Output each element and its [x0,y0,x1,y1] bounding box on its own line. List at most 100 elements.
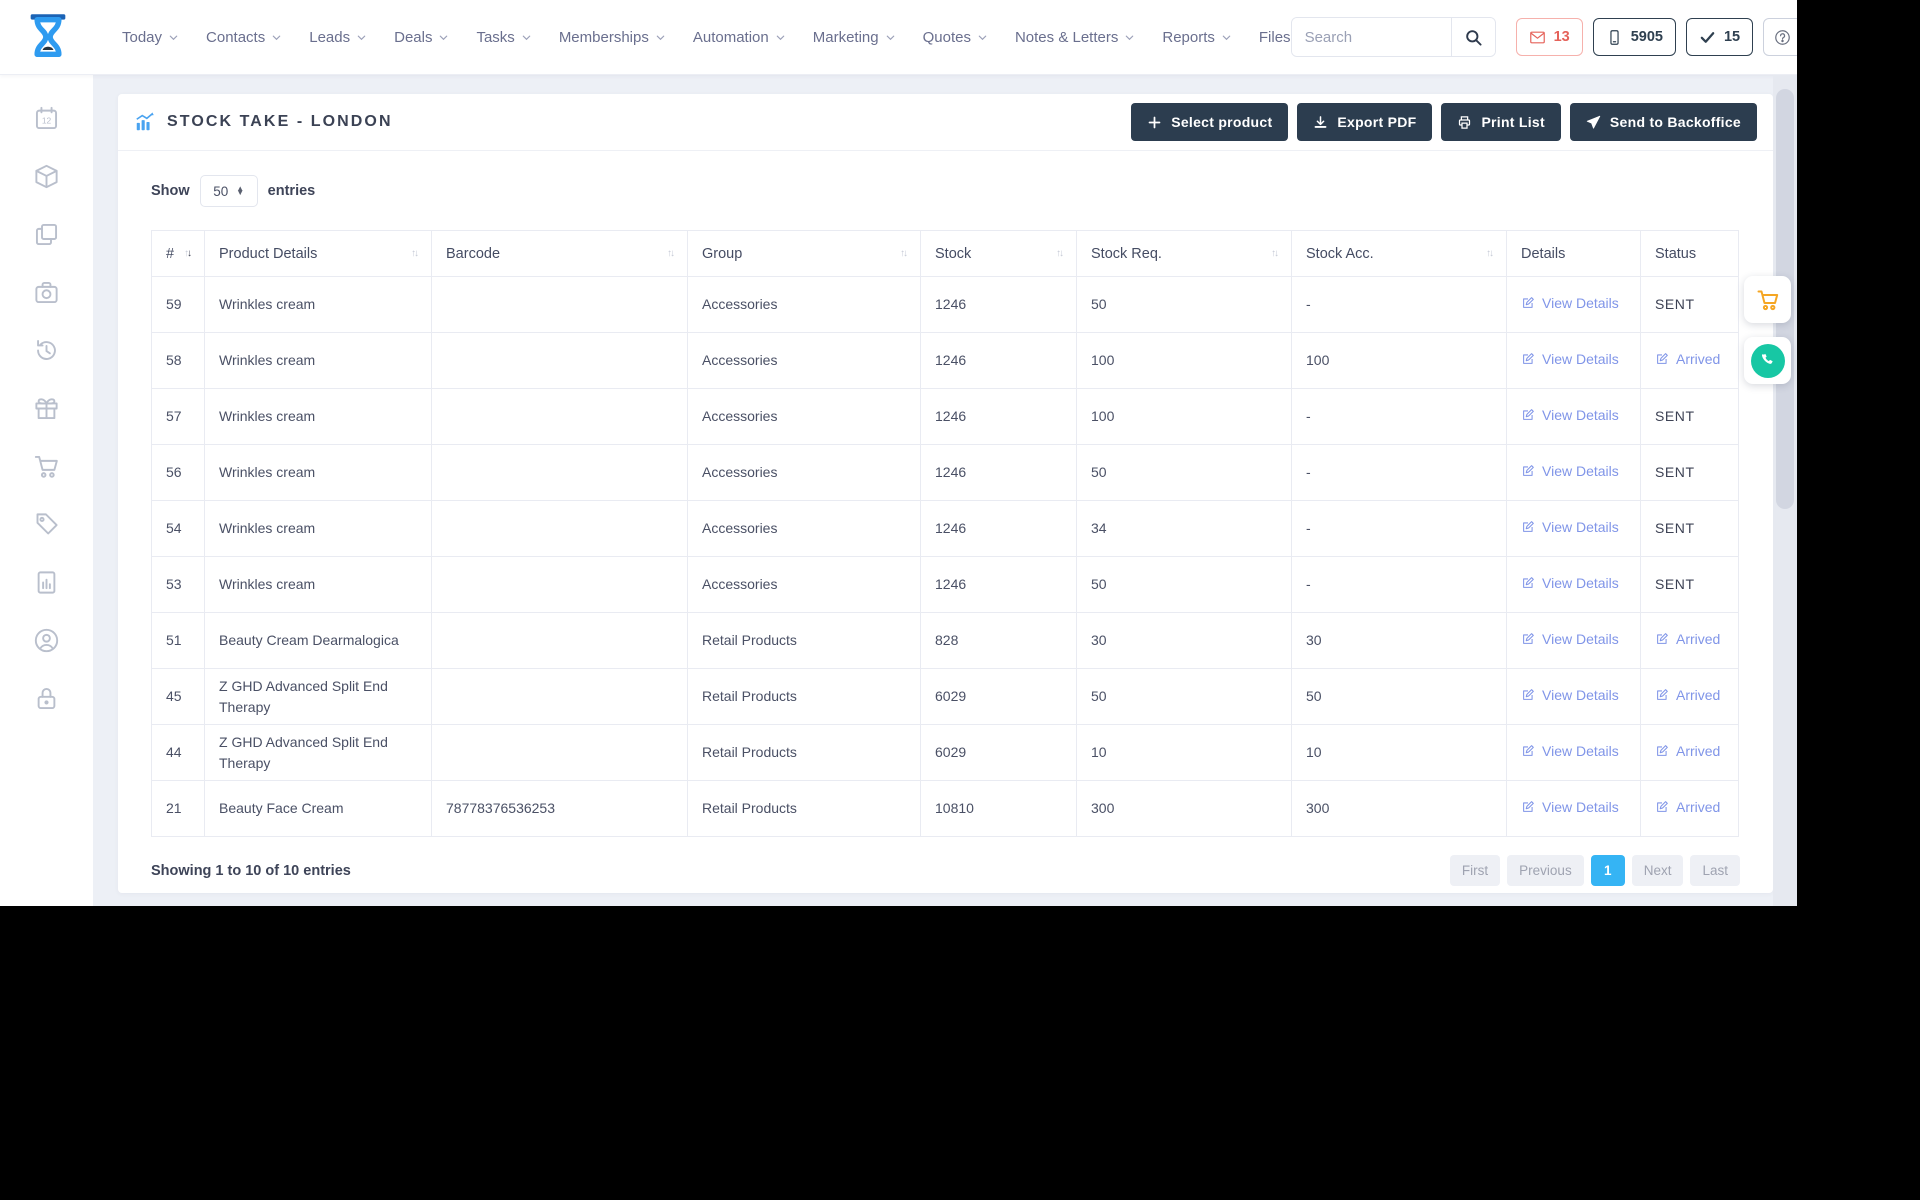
status-arrived-link[interactable]: Arrived [1655,741,1720,761]
floating-whatsapp-button[interactable] [1744,337,1791,384]
status-arrived-link[interactable]: Arrived [1655,797,1720,817]
cell-barcode [431,612,688,669]
search-icon[interactable] [1450,18,1495,56]
app-logo-icon[interactable] [22,11,74,63]
badge-question[interactable] [1763,18,1797,56]
cell-status: Arrived [1640,780,1739,837]
sidebar-item-copy[interactable] [32,219,62,249]
table-row: 45 Z GHD Advanced Split End Therapy Retail… [151,668,1739,725]
page-size-select[interactable]: 50 ▲ ▼ [199,175,258,207]
sort-icon[interactable]: ↑↓ [1271,248,1279,259]
nav-item-memberships[interactable]: Memberships [559,29,666,46]
view-details-label: View Details [1542,519,1619,536]
column-header-inner: Group ↑↓ [702,246,908,262]
nav-item-contacts[interactable]: Contacts [206,29,282,46]
nav-item-label: Deals [394,28,433,46]
history-icon [37,339,56,360]
sidebar-item-gift[interactable] [32,393,62,423]
column-header-barcode[interactable]: Barcode ↑↓ [431,230,688,277]
nav-item-files[interactable]: Files [1259,29,1291,46]
select-product-button[interactable]: Select product [1131,103,1289,141]
nav-item-today[interactable]: Today [122,29,179,46]
svg-text:12: 12 [42,115,52,125]
page-button-next[interactable]: Next [1631,855,1684,886]
sort-icon[interactable]: ↑↓ [1486,248,1494,259]
cell-group: Accessories [687,388,921,445]
status-arrived-link[interactable]: Arrived [1655,349,1720,369]
view-details-link[interactable]: View Details [1521,741,1619,761]
search-input[interactable] [1291,18,1451,56]
sidebar-item-calendar[interactable]: 12 [32,103,62,133]
badge-envelope[interactable]: 13 [1515,18,1583,56]
nav-item-automation[interactable]: Automation [693,29,786,46]
sort-icon[interactable]: ↑↓ [411,248,419,259]
view-details-link[interactable]: View Details [1521,573,1619,593]
badge-check[interactable]: 15 [1685,18,1754,56]
nav-item-leads[interactable]: Leads [309,29,367,46]
sidebar-item-account[interactable] [32,625,62,655]
cell-stock: 1246 [920,500,1077,557]
stock-take-card: STOCK TAKE - LONDON Select product Export… [118,94,1773,893]
nav-item-marketing[interactable]: Marketing [813,29,896,46]
view-details-link[interactable]: View Details [1521,405,1619,425]
page-button-last[interactable]: Last [1690,855,1740,886]
sidebar-item-report[interactable] [32,567,62,597]
cell-details: View Details [1506,724,1641,781]
printer-icon [1459,115,1471,129]
column-header-stock-acc-[interactable]: Stock Acc. ↑↓ [1291,230,1507,277]
column-header-stock-req-[interactable]: Stock Req. ↑↓ [1076,230,1292,277]
view-details-link[interactable]: View Details [1521,461,1619,481]
page-button-previous[interactable]: Previous [1507,855,1584,886]
status-arrived-link[interactable]: Arrived [1655,629,1720,649]
chevron-down-icon [886,35,894,40]
download-icon [1314,115,1327,128]
nav-item-quotes[interactable]: Quotes [923,29,988,46]
column-header-status: Status [1640,230,1739,277]
nav-item-tasks[interactable]: Tasks [476,29,531,46]
cell-stock-acc: - [1291,276,1507,333]
column-header-group[interactable]: Group ↑↓ [687,230,921,277]
view-details-link[interactable]: View Details [1521,349,1619,369]
status-label: Arrived [1676,687,1721,704]
cell-row-number: 51 [151,612,205,669]
view-details-link[interactable]: View Details [1521,517,1619,537]
page-title: STOCK TAKE - LONDON [134,111,393,133]
scrollbar-track[interactable] [1773,75,1797,906]
page-button-first[interactable]: First [1449,855,1501,886]
nav-item-deals[interactable]: Deals [394,29,449,46]
status-arrived-link[interactable]: Arrived [1655,685,1720,705]
column-header-product-details[interactable]: Product Details ↑↓ [204,230,432,277]
view-details-link[interactable]: View Details [1521,797,1619,817]
sort-icon[interactable]: ↑↓ [184,248,192,259]
print-list-button[interactable]: Print List [1441,103,1561,141]
sort-icon[interactable]: ↑↓ [667,248,675,259]
page-button-1[interactable]: 1 [1590,855,1625,886]
sidebar-item-history[interactable] [32,335,62,365]
sidebar-item-cart[interactable] [32,451,62,481]
report-icon [37,570,56,594]
send-to-backoffice-button[interactable]: Send to Backoffice [1569,103,1757,141]
sidebar-item-camera[interactable] [32,277,62,307]
column-header--[interactable]: # ↑↓ [151,230,205,277]
nav-item-notes-letters[interactable]: Notes & Letters [1015,29,1135,46]
cell-row-number: 21 [151,780,205,837]
nav-item-reports[interactable]: Reports [1162,29,1232,46]
view-details-link[interactable]: View Details [1521,685,1619,705]
column-header-stock[interactable]: Stock ↑↓ [920,230,1077,277]
floating-cart-orange-button[interactable] [1744,276,1791,323]
nav-item-label: Leads [309,28,351,46]
badge-value: 15 [1723,29,1741,45]
sidebar-item-lock[interactable] [32,683,62,713]
sort-icon[interactable]: ↑↓ [1056,248,1064,259]
export-pdf-button[interactable]: Export PDF [1297,103,1433,141]
view-details-link[interactable]: View Details [1521,293,1619,313]
cart-icon [34,455,58,478]
cell-barcode [431,388,688,445]
sort-icon[interactable]: ↑↓ [900,248,908,259]
badge-phone[interactable]: 5905 [1592,18,1676,56]
sidebar-item-tag[interactable] [32,509,62,539]
view-details-label: View Details [1542,575,1619,592]
view-details-link[interactable]: View Details [1521,629,1619,649]
sidebar-item-package[interactable] [32,161,62,191]
cell-stock-acc: - [1291,444,1507,501]
